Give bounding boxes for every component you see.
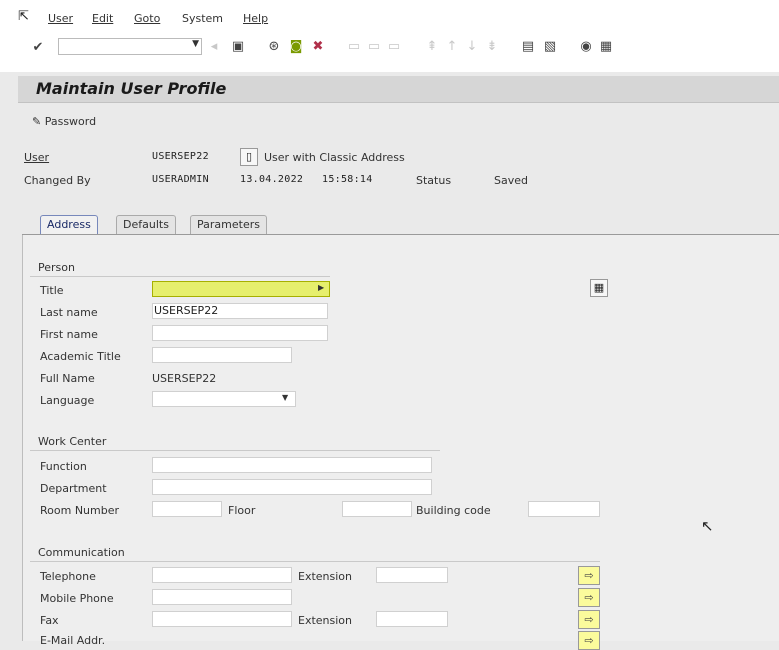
user-value: USERSEP22	[152, 151, 209, 162]
find-next-icon[interactable]: ▭	[386, 39, 402, 55]
person-group-title: Person	[38, 261, 75, 274]
standard-toolbar: ✔ ▼ ◂ ▣ ⊛ ◙ ✖ ▭ ▭ ▭ ⇞ ↑ ↓ ⇟ ▤ ▧ ◉ ▦	[0, 36, 779, 72]
user-type-text: User with Classic Address	[264, 151, 405, 164]
full-name-value: USERSEP22	[152, 372, 217, 385]
building-code-field[interactable]	[528, 501, 600, 517]
menu-system[interactable]: System	[182, 12, 223, 25]
enter-icon[interactable]: ✔	[30, 40, 46, 56]
mouse-cursor-icon: ↖	[701, 517, 714, 535]
status-label: Status	[416, 174, 452, 187]
department-label: Department	[40, 482, 107, 495]
communication-group-divider	[30, 561, 600, 562]
language-label: Language	[40, 394, 95, 407]
title-label: Title	[40, 284, 64, 297]
command-dropdown-icon[interactable]: ▼	[192, 39, 199, 49]
changed-date: 13.04.2022	[240, 174, 304, 185]
exit-icon[interactable]: ◙	[288, 39, 304, 55]
command-back-icon[interactable]: ◂	[206, 39, 222, 55]
first-name-field[interactable]	[152, 325, 328, 341]
changed-by-value: USERADMIN	[152, 174, 209, 185]
last-name-field[interactable]: USERSEP22	[152, 303, 328, 319]
previous-page-icon[interactable]: ↑	[444, 39, 460, 55]
person-group-divider	[30, 276, 330, 277]
work-center-group-divider	[30, 450, 440, 451]
find-icon[interactable]: ▭	[366, 39, 382, 55]
user-label: User	[24, 151, 50, 164]
tab-defaults[interactable]: Defaults	[116, 215, 176, 234]
print-icon[interactable]: ▭	[346, 39, 362, 55]
save-icon[interactable]: ▣	[230, 39, 246, 55]
user-address-icon[interactable]: ▯	[240, 148, 258, 166]
title-bar: Maintain User Profile	[18, 76, 779, 103]
fax-extension-label: Extension	[298, 614, 353, 627]
changed-by-label: Changed By	[24, 174, 91, 187]
back-icon[interactable]: ⊛	[266, 39, 282, 55]
title-select[interactable]	[152, 281, 330, 297]
academic-title-label: Academic Title	[40, 350, 121, 363]
layout-icon[interactable]: ▦	[598, 39, 614, 55]
next-page-icon[interactable]: ↓	[464, 39, 480, 55]
telephone-field[interactable]	[152, 567, 292, 583]
function-field[interactable]	[152, 457, 432, 473]
fax-more-icon[interactable]: ⇨	[578, 610, 600, 629]
password-icon: ✎	[32, 115, 42, 128]
password-button[interactable]: ✎ Password	[32, 115, 96, 128]
menu-user[interactable]: User	[48, 12, 73, 25]
tab-parameters[interactable]: Parameters	[190, 215, 267, 234]
function-label: Function	[40, 460, 87, 473]
cancel-icon[interactable]: ✖	[310, 39, 326, 55]
floor-field[interactable]	[342, 501, 412, 517]
changed-time: 15:58:14	[322, 174, 373, 185]
room-number-label: Room Number	[40, 504, 120, 517]
new-session-icon[interactable]: ▤	[520, 39, 536, 55]
title-dropdown-icon[interactable]: ▶	[318, 283, 776, 292]
last-name-label: Last name	[40, 306, 98, 319]
extension-field[interactable]	[376, 567, 448, 583]
address-detail-icon[interactable]: ▦	[590, 279, 608, 297]
last-page-icon[interactable]: ⇟	[484, 39, 500, 55]
password-label: Password	[44, 115, 97, 128]
room-number-field[interactable]	[152, 501, 222, 517]
menu-bar: ⇱ User Edit Goto System Help	[0, 0, 779, 36]
fax-field[interactable]	[152, 611, 292, 627]
mobile-phone-label: Mobile Phone	[40, 592, 114, 605]
full-name-label: Full Name	[40, 372, 95, 385]
telephone-label: Telephone	[40, 570, 96, 583]
language-dropdown-icon[interactable]: ▼	[282, 393, 776, 402]
academic-title-field[interactable]	[152, 347, 292, 363]
mobile-phone-field[interactable]	[152, 589, 292, 605]
tab-address[interactable]: Address	[40, 215, 98, 234]
application-toolbar: ✎ Password	[18, 103, 779, 137]
command-field[interactable]: ▼	[58, 38, 202, 55]
language-select[interactable]	[152, 391, 296, 407]
system-menu-icon[interactable]: ⇱	[18, 9, 29, 24]
help-icon[interactable]: ◉	[578, 39, 594, 55]
first-name-label: First name	[40, 328, 98, 341]
work-center-group-title: Work Center	[38, 435, 107, 448]
fax-label: Fax	[40, 614, 59, 627]
page-title: Maintain User Profile	[36, 79, 227, 98]
extension-label: Extension	[298, 570, 353, 583]
telephone-more-icon[interactable]: ⇨	[578, 566, 600, 585]
department-field[interactable]	[152, 479, 432, 495]
first-page-icon[interactable]: ⇞	[424, 39, 440, 55]
building-code-label: Building code	[416, 504, 491, 517]
menu-goto[interactable]: Goto	[134, 12, 160, 25]
mobile-more-icon[interactable]: ⇨	[578, 588, 600, 607]
shortcut-icon[interactable]: ▧	[542, 39, 558, 55]
fax-extension-field[interactable]	[376, 611, 448, 627]
menu-help[interactable]: Help	[243, 12, 268, 25]
menu-edit[interactable]: Edit	[92, 12, 113, 25]
status-value: Saved	[494, 174, 528, 187]
communication-group-title: Communication	[38, 546, 125, 559]
floor-label: Floor	[228, 504, 256, 517]
